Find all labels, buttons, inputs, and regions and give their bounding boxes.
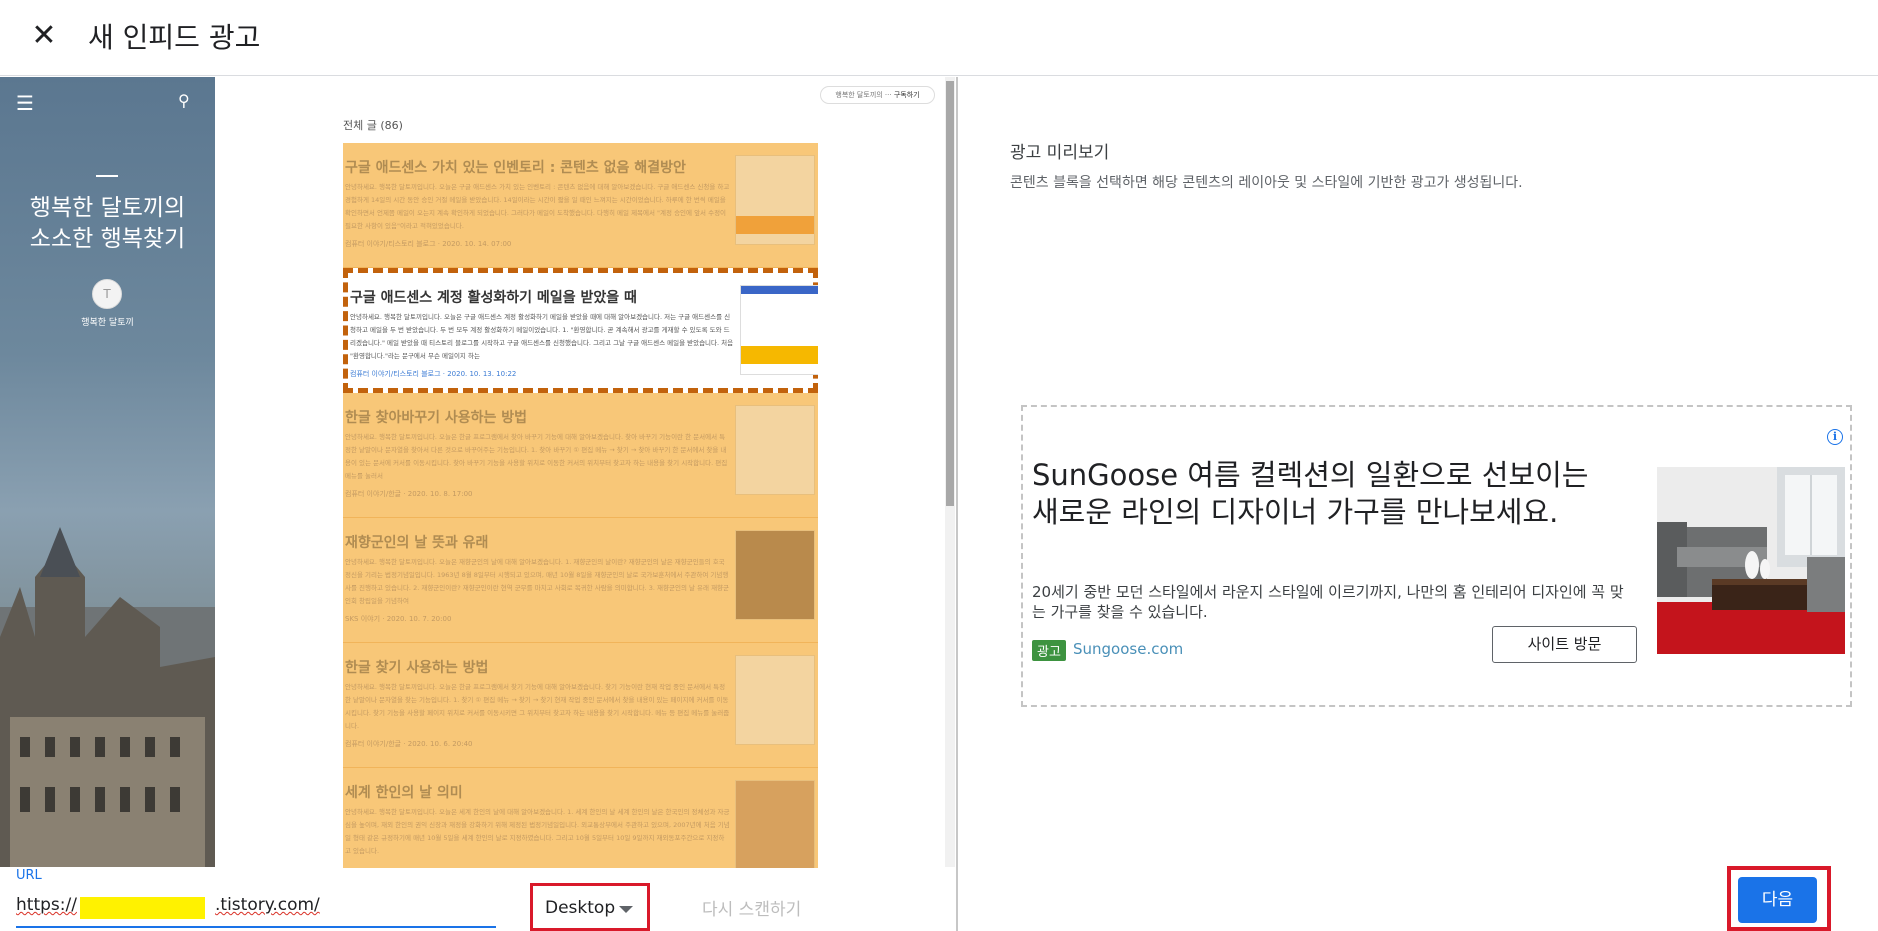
site-snapshot-pane: ☰ ⚲ 행복한 달토끼의 소소한 행복찾기 T 행복한 달토끼 행복한 달토끼의… (0, 77, 958, 931)
url-redaction (80, 897, 205, 919)
content-block[interactable]: 구글 애드센스 가치 있는 인벤토리 : 콘텐츠 없음 해결방안 안녕하세요. … (343, 143, 818, 268)
content-block[interactable]: 재향군인의 날 뜻과 유래 안녕하세요. 행복한 달토끼입니다. 오늘은 재향군… (343, 518, 818, 643)
url-field-prefix[interactable]: https:// (16, 895, 77, 915)
top-bar: ✕ 새 인피드 광고 (0, 0, 1878, 76)
blog-content: 행복한 달토끼의 ··· 구독하기 전체 글 (86) 구글 애드센스 가치 있… (215, 77, 945, 868)
search-icon[interactable]: ⚲ (178, 91, 190, 110)
post-thumbnail (735, 780, 815, 868)
post-meta: 컴퓨터 이야기/한글 · 2020. 10. 8. 17:00 (345, 490, 473, 498)
close-icon[interactable]: ✕ (28, 20, 60, 52)
url-input-underline (16, 926, 496, 928)
selected-content-block[interactable]: 구글 애드센스 계정 활성화하기 메일을 받았을 때 안녕하세요. 행복한 달토… (343, 268, 818, 393)
post-title: 재향군인의 날 뜻과 유래 (345, 535, 489, 551)
post-title: 구글 애드센스 가치 있는 인벤토리 : 콘텐츠 없음 해결방안 (345, 160, 686, 176)
device-select[interactable]: Desktop (530, 883, 650, 931)
post-excerpt: 안녕하세요. 행복한 달토끼입니다. 오늘은 세계 한인의 날에 대해 알아보겠… (345, 808, 730, 855)
rescan-button[interactable]: 다시 스캔하기 (702, 895, 801, 920)
device-select-value: Desktop (545, 898, 616, 918)
next-button[interactable]: 다음 (1738, 877, 1817, 923)
preview-description: 콘텐츠 블록을 선택하면 해당 콘텐츠의 레이아웃 및 스타일에 기반한 광고가… (1010, 175, 1523, 191)
post-excerpt: 안녕하세요. 행복한 달토끼입니다. 오늘은 한글 프로그램에서 찾기 기능에 … (345, 683, 730, 730)
visit-site-button[interactable]: 사이트 방문 (1492, 626, 1637, 663)
url-label: URL (16, 868, 42, 883)
ad-image (1657, 467, 1845, 654)
post-meta: 컴퓨터 이야기/한글 · 2020. 10. 6. 20:40 (345, 740, 473, 748)
ad-badge: 광고 (1032, 640, 1066, 661)
ad-domain: Sungoose.com (1073, 640, 1184, 658)
post-title: 세계 한인의 날 의미 (345, 785, 463, 801)
avatar: T (92, 279, 122, 309)
content-block[interactable]: 한글 찾기 사용하는 방법 안녕하세요. 행복한 달토끼입니다. 오늘은 한글 … (343, 643, 818, 768)
post-list: 구글 애드센스 가치 있는 인벤토리 : 콘텐츠 없음 해결방안 안녕하세요. … (343, 143, 818, 868)
post-excerpt: 안녕하세요. 행복한 달토끼입니다. 오늘은 재향군인의 날에 대해 알아보겠습… (345, 558, 730, 605)
post-excerpt: 안녕하세요. 행복한 달토끼입니다. 오늘은 한글 프로그램에서 찾아 바꾸기 … (345, 433, 728, 480)
pane-divider (956, 77, 958, 931)
info-icon[interactable]: i (1827, 429, 1843, 445)
post-title: 한글 찾아바꾸기 사용하는 방법 (345, 410, 528, 426)
ad-headline: SunGoose 여름 컬렉션의 일환으로 선보이는 새로운 라인의 디자이너 … (1032, 458, 1589, 529)
post-thumbnail (735, 405, 815, 495)
castle-background-image (0, 527, 215, 867)
blog-sidebar: ☰ ⚲ 행복한 달토끼의 소소한 행복찾기 T 행복한 달토끼 (0, 77, 215, 867)
post-title: 한글 찾기 사용하는 방법 (345, 660, 489, 676)
blog-title: 행복한 달토끼의 소소한 행복찾기 (29, 195, 186, 252)
author-name: 행복한 달토끼 (81, 318, 134, 328)
title-divider (96, 175, 118, 177)
chevron-down-icon (619, 906, 633, 913)
post-excerpt: 안녕하세요. 행복한 달토끼입니다. 오늘은 구글 애드센스 가치 있는 인벤토… (345, 183, 730, 230)
post-excerpt: 안녕하세요. 행복한 달토끼입니다. 오늘은 구글 애드센스 계정 활성화하기 … (350, 313, 734, 360)
total-posts-label: 전체 글 (86) (343, 119, 403, 132)
post-thumbnail (735, 530, 815, 620)
post-thumbnail (740, 285, 818, 375)
hamburger-menu-icon[interactable]: ☰ (16, 91, 34, 115)
page-title: 새 인피드 광고 (88, 21, 261, 54)
content-block[interactable]: 세계 한인의 날 의미 안녕하세요. 행복한 달토끼입니다. 오늘은 세계 한인… (343, 768, 818, 868)
post-meta: 컴퓨터 이야기/티스토리 블로그 · 2020. 10. 13. 10:22 (350, 370, 517, 378)
post-title: 구글 애드센스 계정 활성화하기 메일을 받았을 때 (350, 290, 637, 306)
post-meta: 컴퓨터 이야기/티스토리 블로그 · 2020. 10. 14. 07:00 (345, 240, 512, 248)
post-thumbnail (735, 155, 815, 245)
post-thumbnail (735, 655, 815, 745)
content-block[interactable]: 한글 찾아바꾸기 사용하는 방법 안녕하세요. 행복한 달토끼입니다. 오늘은 … (343, 393, 818, 518)
ad-preview-card: i SunGoose 여름 컬렉션의 일환으로 선보이는 새로운 라인의 디자이… (1021, 405, 1852, 707)
scrollbar[interactable] (945, 77, 955, 867)
subscribe-button[interactable]: 행복한 달토끼의 ··· 구독하기 (820, 86, 935, 104)
scroll-thumb[interactable] (946, 81, 954, 506)
url-field-suffix[interactable]: .tistory.com/ (215, 895, 320, 915)
ad-body: 20세기 중반 모던 스타일에서 라운지 스타일에 이르기까지, 나만의 홈 인… (1032, 583, 1624, 621)
preview-heading: 광고 미리보기 (1010, 143, 1110, 163)
post-meta: SKS 이야기 · 2020. 10. 7. 20:00 (345, 615, 452, 623)
